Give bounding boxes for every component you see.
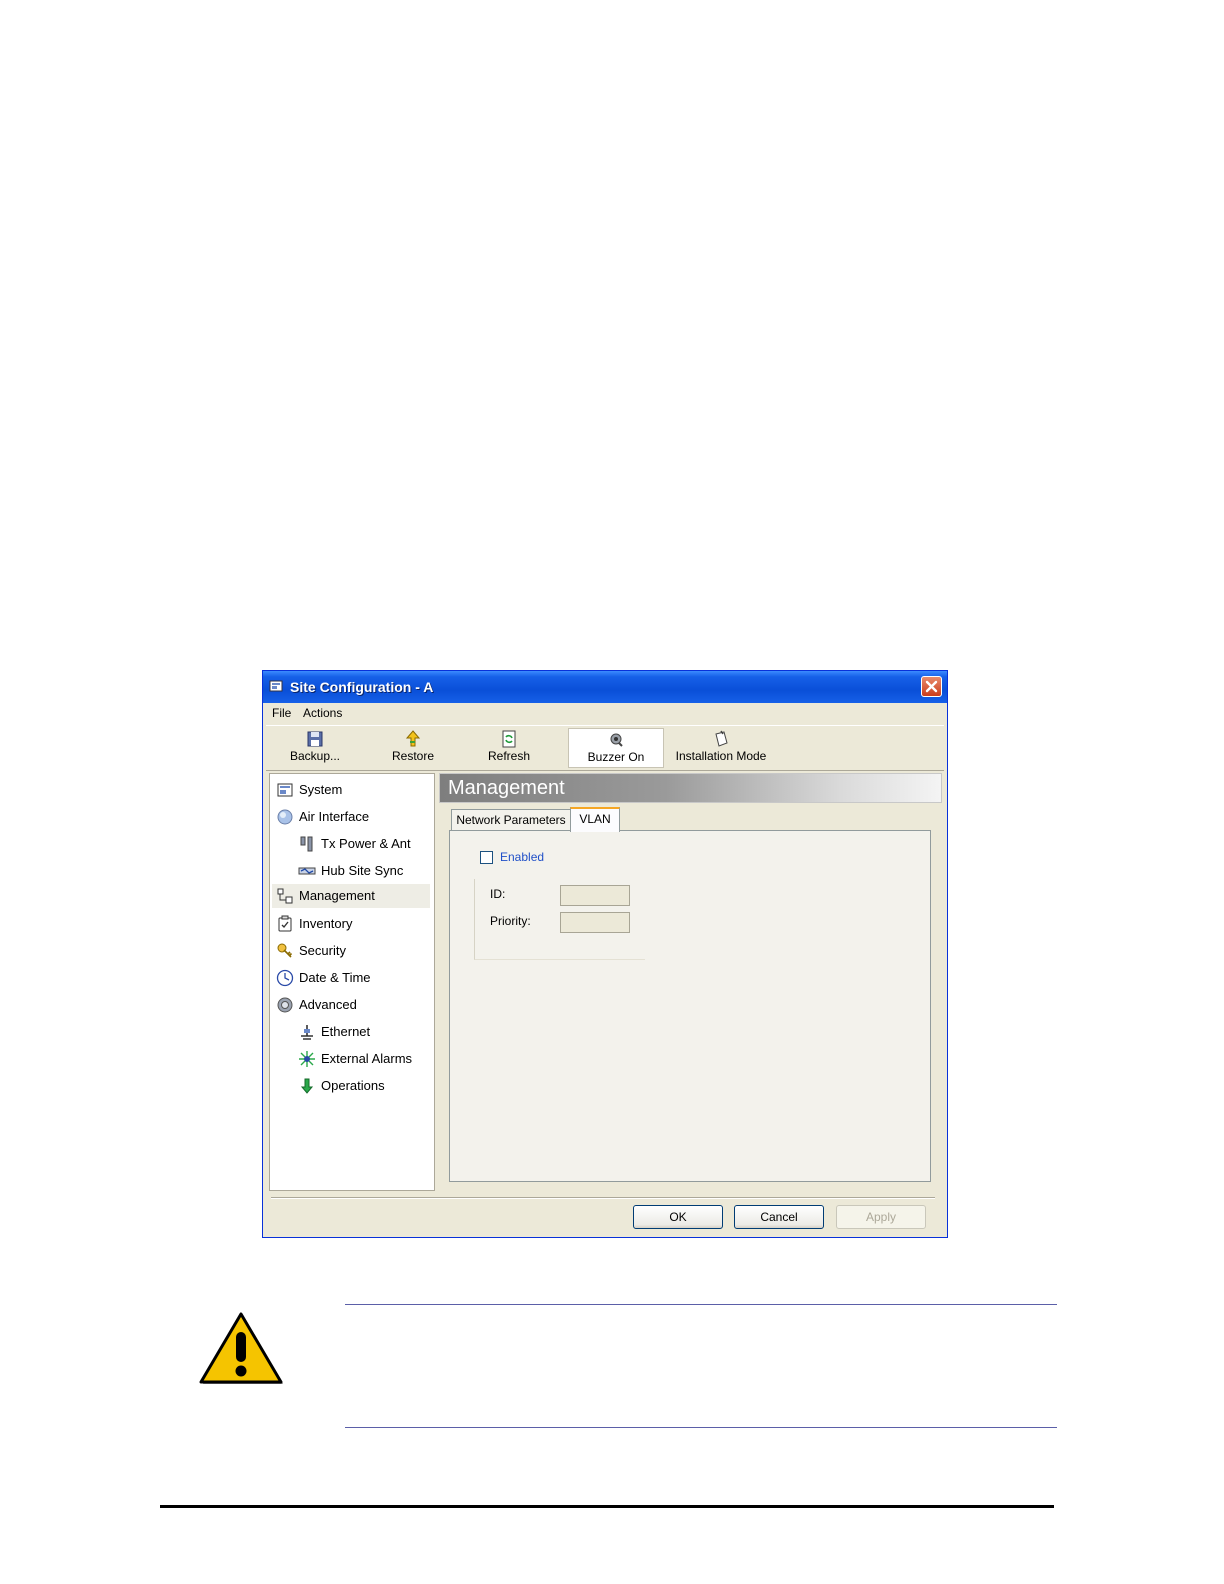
- note-top-rule: [345, 1304, 1057, 1305]
- priority-label: Priority:: [490, 914, 531, 928]
- buzzer-label: Buzzer On: [587, 750, 645, 764]
- nav-item-management[interactable]: Management: [272, 884, 430, 908]
- navigation-tree: System Air Interface Tx Power & Ant Hub …: [269, 773, 435, 1191]
- security-icon: [277, 943, 293, 958]
- nav-label-external-alarms: External Alarms: [321, 1051, 413, 1066]
- advanced-icon: [277, 997, 293, 1013]
- button-separator: [271, 1197, 935, 1199]
- nav-label-tx-power: Tx Power & Ant: [321, 836, 411, 851]
- nav-label-air-interface: Air Interface: [299, 809, 370, 824]
- installation-mode-label: Installation Mode: [675, 749, 767, 763]
- nav-item-external-alarms[interactable]: External Alarms: [298, 1047, 426, 1071]
- inventory-icon: [278, 915, 292, 932]
- refresh-icon: [502, 730, 516, 748]
- air-interface-icon: [277, 809, 293, 825]
- restore-button[interactable]: Restore: [378, 728, 448, 768]
- nav-label-security: Security: [299, 943, 346, 958]
- toolbar: Backup... Restore Refresh Buzzer On Inst…: [266, 725, 944, 771]
- nav-label-hub-site-sync: Hub Site Sync: [321, 863, 404, 878]
- section-header: Management: [439, 773, 942, 803]
- page-footer-rule: [160, 1505, 1054, 1508]
- management-icon: [277, 888, 293, 904]
- nav-item-inventory[interactable]: Inventory: [276, 912, 426, 936]
- id-label: ID:: [490, 887, 506, 901]
- close-icon: [925, 680, 938, 693]
- nav-item-hub-site-sync[interactable]: Hub Site Sync: [298, 859, 426, 883]
- alarm-icon: [299, 1051, 315, 1067]
- nav-label-management: Management: [299, 888, 375, 903]
- refresh-button[interactable]: Refresh: [474, 728, 544, 768]
- ok-button[interactable]: OK: [633, 1205, 723, 1229]
- site-config-icon: [269, 680, 283, 692]
- window-title: Site Configuration - A: [290, 679, 434, 695]
- nav-item-system[interactable]: System: [276, 778, 426, 802]
- system-icon: [277, 783, 293, 797]
- refresh-label: Refresh: [487, 749, 531, 763]
- nav-item-operations[interactable]: Operations: [298, 1074, 426, 1098]
- nav-label-system: System: [299, 782, 343, 797]
- restore-label: Restore: [391, 749, 435, 763]
- apply-button[interactable]: Apply: [836, 1205, 926, 1229]
- buzzer-on-button[interactable]: Buzzer On: [568, 728, 664, 768]
- menu-file[interactable]: File: [272, 706, 291, 720]
- save-disk-icon: [307, 731, 323, 747]
- restore-arrow-icon: [405, 730, 421, 747]
- nav-item-ethernet[interactable]: Ethernet: [298, 1020, 426, 1044]
- menu-actions[interactable]: Actions: [303, 706, 342, 720]
- nav-label-date-time: Date & Time: [299, 970, 371, 985]
- installation-mode-button[interactable]: Installation Mode: [670, 728, 772, 768]
- priority-field[interactable]: [560, 912, 630, 933]
- id-field[interactable]: [560, 885, 630, 906]
- content-panel: Management Network Parameters VLAN Enabl…: [437, 773, 942, 1191]
- nav-label-ethernet: Ethernet: [321, 1024, 371, 1039]
- ethernet-icon: [301, 1025, 313, 1040]
- note-bottom-rule: [345, 1427, 1057, 1428]
- cancel-button[interactable]: Cancel: [734, 1205, 824, 1229]
- section-title: Management: [448, 777, 565, 799]
- backup-label: Backup...: [289, 749, 341, 763]
- installation-mode-icon: [715, 730, 728, 747]
- tab-network-parameters[interactable]: Network Parameters: [451, 809, 571, 831]
- tab-vlan[interactable]: VLAN: [570, 807, 620, 832]
- title-bar[interactable]: Site Configuration - A: [263, 671, 947, 703]
- warning-icon: [199, 1312, 283, 1384]
- nav-item-security[interactable]: Security: [276, 939, 426, 963]
- nav-label-operations: Operations: [321, 1078, 385, 1093]
- vlan-tab-panel: Enabled ID: Priority:: [449, 830, 931, 1182]
- enabled-checkbox[interactable]: [480, 851, 493, 864]
- nav-item-tx-power[interactable]: Tx Power & Ant: [298, 832, 426, 856]
- site-configuration-window: Site Configuration - A File Actions Back…: [262, 670, 948, 1238]
- nav-item-advanced[interactable]: Advanced: [276, 993, 426, 1017]
- nav-label-advanced: Advanced: [299, 997, 357, 1012]
- close-button[interactable]: [921, 676, 942, 697]
- operations-icon: [300, 1078, 314, 1094]
- enabled-label[interactable]: Enabled: [500, 850, 544, 864]
- nav-item-air-interface[interactable]: Air Interface: [276, 805, 426, 829]
- buzzer-icon: [610, 733, 623, 747]
- menu-bar: File Actions: [266, 704, 944, 724]
- sync-icon: [298, 867, 316, 875]
- clock-icon: [276, 969, 294, 987]
- antenna-icon: [300, 836, 313, 852]
- nav-label-inventory: Inventory: [299, 916, 353, 931]
- backup-button[interactable]: Backup...: [280, 728, 350, 768]
- nav-item-date-time[interactable]: Date & Time: [276, 966, 426, 990]
